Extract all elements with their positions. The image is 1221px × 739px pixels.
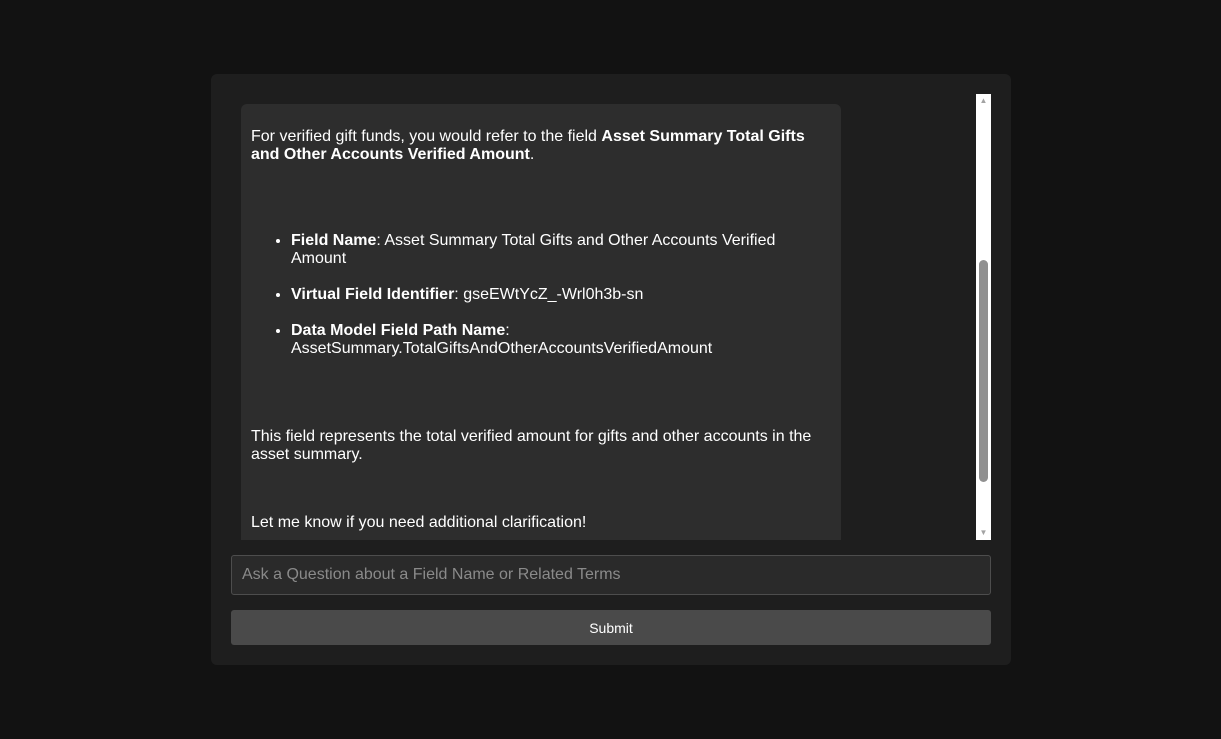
intro-text: For verified gift funds, you would refer… [251, 128, 602, 145]
detail-label: Virtual Field Identifier [291, 286, 455, 303]
submit-button[interactable]: Submit [231, 610, 991, 645]
triangle-down-icon[interactable]: ▼ [976, 526, 991, 540]
message-description: This field represents the total verified… [251, 428, 812, 463]
chat-panel: For verified gift funds, you would refer… [211, 74, 1011, 665]
message-closing: Let me know if you need additional clari… [251, 514, 587, 531]
list-item: Data Model Field Path Name: AssetSummary… [291, 322, 831, 358]
list-item: Field Name: Asset Summary Total Gifts an… [291, 232, 831, 268]
detail-label: Field Name [291, 232, 377, 249]
triangle-up-icon[interactable]: ▲ [976, 94, 991, 108]
field-details-list: Field Name: Asset Summary Total Gifts an… [251, 232, 831, 358]
chat-scrollbar[interactable]: ▲ ▼ [976, 94, 991, 540]
intro-end: . [529, 146, 535, 163]
detail-value: : gseEWtYcZ_-Wrl0h3b-sn [454, 286, 644, 303]
question-input[interactable] [231, 555, 991, 595]
chat-history[interactable]: For verified gift funds, you would refer… [231, 94, 991, 540]
scrollbar-thumb[interactable] [979, 260, 988, 482]
message-intro: For verified gift funds, you would refer… [251, 128, 831, 164]
list-item: Virtual Field Identifier: gseEWtYcZ_-Wrl… [291, 286, 831, 304]
assistant-message: For verified gift funds, you would refer… [241, 104, 841, 540]
detail-label: Data Model Field Path Name [291, 322, 506, 339]
